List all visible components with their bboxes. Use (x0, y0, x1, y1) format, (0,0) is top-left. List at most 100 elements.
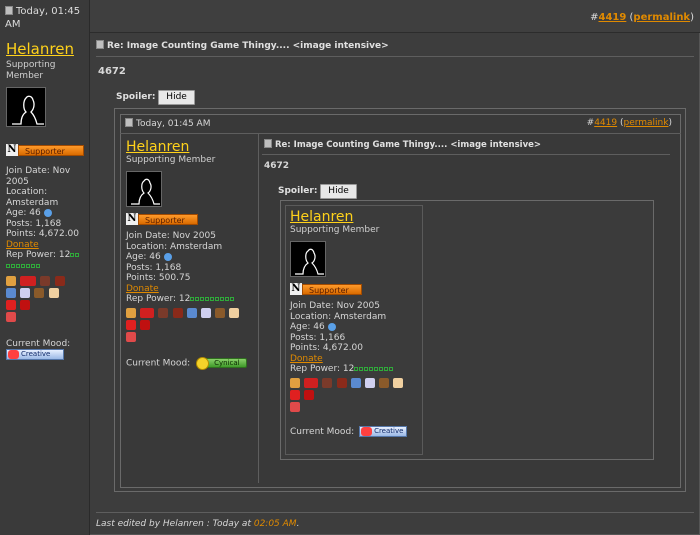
inner-spoiler-label: Spoiler: (278, 186, 318, 196)
innermost-gender-icon (327, 322, 336, 331)
inner-username-link[interactable]: Helanren (126, 139, 256, 155)
inner-age: Age: 46 (126, 252, 256, 263)
flower-icon (20, 300, 31, 310)
inner-hide-spoiler-button[interactable]: Hide (320, 184, 357, 199)
reputation-dots-icon (70, 250, 80, 261)
last-edited-prefix: Last edited by Helanren : Today at (96, 519, 251, 529)
innermost-mario-icon (290, 389, 300, 400)
inner-mood-badge: Cynical (196, 356, 247, 370)
innermost-user-title: Supporting Member (290, 225, 380, 235)
innermost-award-icons-row-2 (290, 389, 420, 402)
inner-rep-power-text: Rep Power: 12 (126, 294, 191, 304)
innermost-age: Age: 46 (290, 322, 420, 333)
inner-post-number-link[interactable]: 4419 (594, 118, 617, 128)
inner-post-body-number: 4672 (264, 161, 290, 171)
bird-icon (6, 288, 16, 298)
ribbon-icon (54, 276, 65, 286)
inner-post-icon (125, 118, 133, 127)
permalink-link[interactable]: permalink (633, 12, 690, 23)
join-date: Join Date: Nov 2005 (6, 166, 71, 187)
innermost-supporter-badge: N Supporter (290, 283, 420, 295)
inner-location: Location: Amsterdam (126, 241, 223, 252)
innermost-username-link[interactable]: Helanren (290, 209, 420, 225)
innermost-ice-cream-icon (393, 377, 404, 388)
award-icons (6, 276, 88, 288)
inner-p-badge-icon (126, 331, 136, 342)
inner-avatar[interactable] (126, 171, 162, 207)
inner-reputation-dots-icon (190, 294, 235, 305)
inner-post-title-row: Re: Image Counting Game Thingy.... <imag… (264, 139, 541, 150)
inner-current-mood-label: Current Mood: (126, 358, 191, 368)
innermost-p-badge-icon (290, 401, 300, 412)
innermost-rep-power-text: Rep Power: 12 (290, 364, 355, 374)
inner-post-number: #4419 (permalink) (586, 118, 672, 128)
innermost-cookie-icon (379, 377, 390, 388)
post-body-number: 4672 (98, 66, 126, 77)
innermost-current-mood-label: Current Mood: (290, 426, 355, 437)
user-stats: Join Date: Nov 2005 Location: Amsterdam … (6, 166, 88, 271)
innermost-rep-power: Rep Power: 12 (290, 364, 420, 375)
innermost-badge-text: Supporter (302, 283, 362, 295)
inner-permalink-link[interactable]: permalink (623, 118, 668, 128)
inner-join-date: Join Date: Nov 2005 (126, 231, 216, 241)
innermost-avatar[interactable] (290, 241, 326, 277)
mood-badge: Creative (6, 349, 64, 360)
inner-gender-icon (163, 252, 172, 261)
user-block: Helanren Supporting Member N Supporter J… (6, 40, 88, 360)
age: Age: 46 (6, 208, 88, 219)
inner-fairy-icon (200, 307, 211, 318)
spoiler-row: Spoiler: Hide (116, 90, 195, 105)
innermost-user-block: Helanren Supporting Member N Supporter J… (290, 209, 420, 437)
fairy-icon (20, 288, 31, 298)
innermost-age-text: Age: 46 (290, 322, 325, 332)
inner-ice-cream-icon (229, 307, 240, 318)
ice-cream-icon (48, 288, 59, 298)
title-icon (96, 40, 104, 49)
inner-points: Points: 500.75 (126, 273, 191, 283)
post-number: #4419 (permalink) (590, 12, 694, 23)
inner-beer-icon (126, 307, 136, 318)
donate-link[interactable]: Donate (6, 240, 88, 251)
post-date: Today, 01:45 AM (5, 5, 85, 31)
inner-user-title: Supporting Member (126, 155, 216, 165)
inner-mario-icon (126, 319, 136, 330)
ribbon-icon (40, 276, 51, 286)
hide-spoiler-button[interactable]: Hide (158, 90, 195, 105)
avatar[interactable] (6, 87, 46, 127)
inner-award-icons (126, 307, 256, 320)
award-icons-row-3 (6, 300, 88, 312)
post-number-link[interactable]: 4419 (598, 12, 626, 23)
supporter-badge: N Supporter (6, 144, 88, 156)
user-title: Supporting Member (6, 60, 56, 81)
inner-donate-link[interactable]: Donate (126, 284, 256, 295)
inner-mood-text: Cynical (214, 358, 240, 367)
location: Location: Amsterdam (6, 187, 59, 208)
innermost-location: Location: Amsterdam (290, 311, 387, 322)
innermost-mood-icon (361, 426, 373, 436)
inner-avatar-silhouette-icon (131, 178, 160, 205)
innermost-avatar-silhouette-icon (295, 248, 324, 275)
inner-ribbon-icon (172, 307, 183, 318)
innermost-award-icons (290, 377, 420, 390)
cookie-icon (34, 288, 45, 298)
mood-icon (8, 350, 19, 359)
beer-icon (6, 276, 16, 286)
innermost-mood-badge: Creative (359, 425, 408, 437)
innermost-ribbon-icon (336, 377, 347, 388)
innermost-fairy-icon (364, 377, 375, 388)
mood-text: Creative (21, 350, 51, 358)
inner-badge-letter: N (126, 213, 138, 225)
post-date-text: Today, 01:45 AM (5, 6, 81, 30)
p-badge-icon (6, 312, 16, 322)
innermost-flower-icon (304, 389, 315, 400)
inner-spoiler-row: Spoiler: Hide (278, 184, 357, 199)
innermost-donate-link[interactable]: Donate (290, 354, 420, 365)
last-edited-time: 02:05 AM (253, 519, 297, 529)
inner-superman-icon (140, 307, 155, 318)
inner-cookie-icon (215, 307, 226, 318)
inner-header-divider (120, 133, 681, 134)
last-edited-note: Last edited by Helanren : Today at 02:05… (96, 519, 299, 529)
mario-icon (6, 300, 16, 310)
username-link[interactable]: Helanren (6, 40, 88, 58)
inner-user-block: Helanren Supporting Member N Supporter J… (126, 139, 256, 370)
